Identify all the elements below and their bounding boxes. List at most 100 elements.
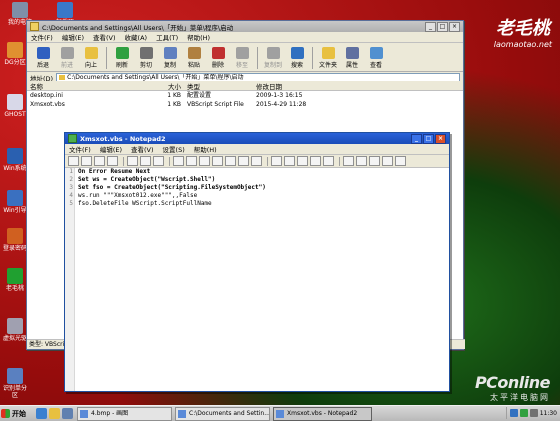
notepad-toolbar-button[interactable] <box>297 156 308 166</box>
desktop-icon-glyph <box>7 94 23 110</box>
explorer-menubar: 文件(F) 编辑(E) 查看(V) 收藏(A) 工具(T) 帮助(H) <box>27 32 463 43</box>
notepad-titlebar[interactable]: Xmsxot.vbs - Notepad2 _ □ × <box>65 133 449 144</box>
notepad-toolbar-button[interactable] <box>186 156 197 166</box>
notepad-toolbar-button[interactable] <box>140 156 151 166</box>
notepad-toolbar-button[interactable] <box>225 156 236 166</box>
file-row[interactable]: desktop.ini 1 KB 配置设置 2009-1-3 16:15 <box>27 91 463 100</box>
show-desktop-icon[interactable] <box>62 408 73 419</box>
desktop-icon[interactable]: Win引导 <box>2 190 28 214</box>
desktop-icon[interactable]: DG分区 <box>2 42 28 66</box>
toolbar-button[interactable]: 搜索 <box>285 47 309 69</box>
notepad-toolbar-button[interactable] <box>323 156 334 166</box>
explorer-menu-item[interactable]: 文件(F) <box>31 32 53 42</box>
explorer-menu-item[interactable]: 工具(T) <box>156 32 178 42</box>
toolbar-button[interactable]: 粘贴 <box>182 47 206 69</box>
minimize-button[interactable]: _ <box>425 21 436 32</box>
ie-icon[interactable] <box>36 408 47 419</box>
explorer-menu-item[interactable]: 帮助(H) <box>187 32 210 42</box>
notepad-menu-item[interactable]: 设置(S) <box>163 144 185 154</box>
tray-app-icon[interactable] <box>519 409 528 417</box>
taskbar-task-button[interactable]: 4.bmp - 画图 <box>77 406 172 421</box>
notepad-toolbar-button[interactable] <box>107 156 118 166</box>
desktop-icon-glyph <box>7 318 23 334</box>
column-header[interactable]: 类型 <box>184 81 253 90</box>
explorer-menu-item[interactable]: 编辑(E) <box>62 32 84 42</box>
notepad-maximize-button[interactable]: □ <box>423 133 434 144</box>
explorer-menu-item[interactable]: 收藏(A) <box>125 32 148 42</box>
toolbar-button[interactable]: 查看 <box>364 47 388 69</box>
toolbar-icon <box>84 47 98 59</box>
notepad-toolbar-button[interactable] <box>238 156 249 166</box>
code-editor[interactable]: 12345 On Error Resume Next Set ws = Creat… <box>65 168 449 391</box>
folder-quicklaunch-icon[interactable] <box>49 408 60 419</box>
toolbar-button[interactable]: 文件夹 <box>316 47 340 69</box>
toolbar-button[interactable]: 后退 <box>31 47 55 69</box>
notepad-menu-item[interactable]: 查看(V) <box>131 144 154 154</box>
notepad-toolbar-button[interactable] <box>127 156 138 166</box>
notepad-toolbar-button[interactable] <box>271 156 282 166</box>
desktop-icon[interactable]: 虚拟光驱 <box>2 318 28 342</box>
toolbar-button[interactable]: 删除 <box>206 47 230 69</box>
taskbar: 开始 4.bmp - 画图 C:\Documents and Settin... X… <box>0 405 560 421</box>
column-header[interactable]: 大小 <box>154 81 184 90</box>
explorer-titlebar[interactable]: C:\Documents and Settings\All Users\「开始」… <box>27 21 463 32</box>
column-header[interactable]: 名称 <box>27 81 154 90</box>
notepad-toolbar-button[interactable] <box>81 156 92 166</box>
taskbar-task-button[interactable]: Xmsxot.vbs - Notepad2 <box>273 406 372 421</box>
notepad-toolbar-button[interactable] <box>395 156 406 166</box>
toolbar-button[interactable]: 前进 <box>55 47 79 69</box>
network-icon[interactable] <box>509 409 518 417</box>
toolbar-button[interactable]: 复制到 <box>261 47 285 69</box>
toolbar-label: 向上 <box>84 62 97 69</box>
taskbar-task-button[interactable]: C:\Documents and Settin... <box>175 406 270 421</box>
line-number: 2 <box>69 176 73 183</box>
notepad-toolbar-button[interactable] <box>284 156 295 166</box>
maximize-button[interactable]: □ <box>437 21 448 32</box>
notepad-toolbar-button[interactable] <box>153 156 164 166</box>
desktop-icon-glyph <box>7 148 23 164</box>
file-date: 2015-4-29 11:28 <box>256 101 307 108</box>
file-row[interactable]: Xmsxot.vbs 1 KB VBScript Script File 2015-4… <box>27 100 463 109</box>
desktop-icon-label: DG分区 <box>4 59 26 66</box>
desktop-icon[interactable]: 识别单分区 <box>2 368 28 399</box>
start-label: 开始 <box>12 409 26 418</box>
notepad-minimize-button[interactable]: _ <box>411 133 422 144</box>
notepad-toolbar-button[interactable] <box>356 156 367 166</box>
notepad-menu-item[interactable]: 编辑(E) <box>100 144 122 154</box>
code-text[interactable]: On Error Resume Next Set ws = CreateObjec… <box>78 168 266 208</box>
notepad-toolbar-button[interactable] <box>382 156 393 166</box>
notepad-toolbar-button[interactable] <box>68 156 79 166</box>
notepad-close-button[interactable]: × <box>435 133 446 144</box>
start-button[interactable]: 开始 <box>1 407 35 420</box>
notepad-toolbar-button[interactable] <box>173 156 184 166</box>
desktop-icon-glyph <box>7 368 23 384</box>
desktop-icon[interactable]: 老毛桃 <box>2 268 28 292</box>
notepad-toolbar-button[interactable] <box>212 156 223 166</box>
volume-icon[interactable] <box>529 409 538 417</box>
desktop-icon[interactable]: GHOST <box>2 94 28 118</box>
toolbar-button[interactable]: 移至 <box>230 47 254 69</box>
toolbar-button[interactable]: 剪切 <box>134 47 158 69</box>
toolbar-button[interactable]: 复制 <box>158 47 182 69</box>
explorer-menu-item[interactable]: 查看(V) <box>93 32 116 42</box>
notepad-toolbar-button[interactable] <box>251 156 262 166</box>
notepad-menu-item[interactable]: 文件(F) <box>69 144 91 154</box>
notepad-toolbar-button[interactable] <box>94 156 105 166</box>
toolbar-button[interactable]: 刷新 <box>110 47 134 69</box>
close-button[interactable]: × <box>449 21 460 32</box>
toolbar-icon <box>36 47 50 59</box>
notepad-menu-item[interactable]: 帮助(H) <box>194 144 217 154</box>
notepad-toolbar-button[interactable] <box>199 156 210 166</box>
notepad-toolbar-button[interactable] <box>369 156 380 166</box>
notepad-toolbar-button[interactable] <box>343 156 354 166</box>
toolbar-label: 前进 <box>60 62 73 69</box>
toolbar-button[interactable]: 属性 <box>340 47 364 69</box>
desktop-icon[interactable]: Win系统 <box>2 148 28 172</box>
desktop-icon[interactable]: 登录密码 <box>2 228 28 252</box>
file-list-header: 名称 大小 类型 修改日期 <box>27 81 463 91</box>
notepad-toolbar-button[interactable] <box>310 156 321 166</box>
task-buttons: 4.bmp - 画图 C:\Documents and Settin... Xmsx… <box>74 406 372 421</box>
toolbar-button[interactable]: 向上 <box>79 47 103 69</box>
desktop-icon-glyph <box>7 228 23 244</box>
column-header[interactable]: 修改日期 <box>253 81 346 90</box>
